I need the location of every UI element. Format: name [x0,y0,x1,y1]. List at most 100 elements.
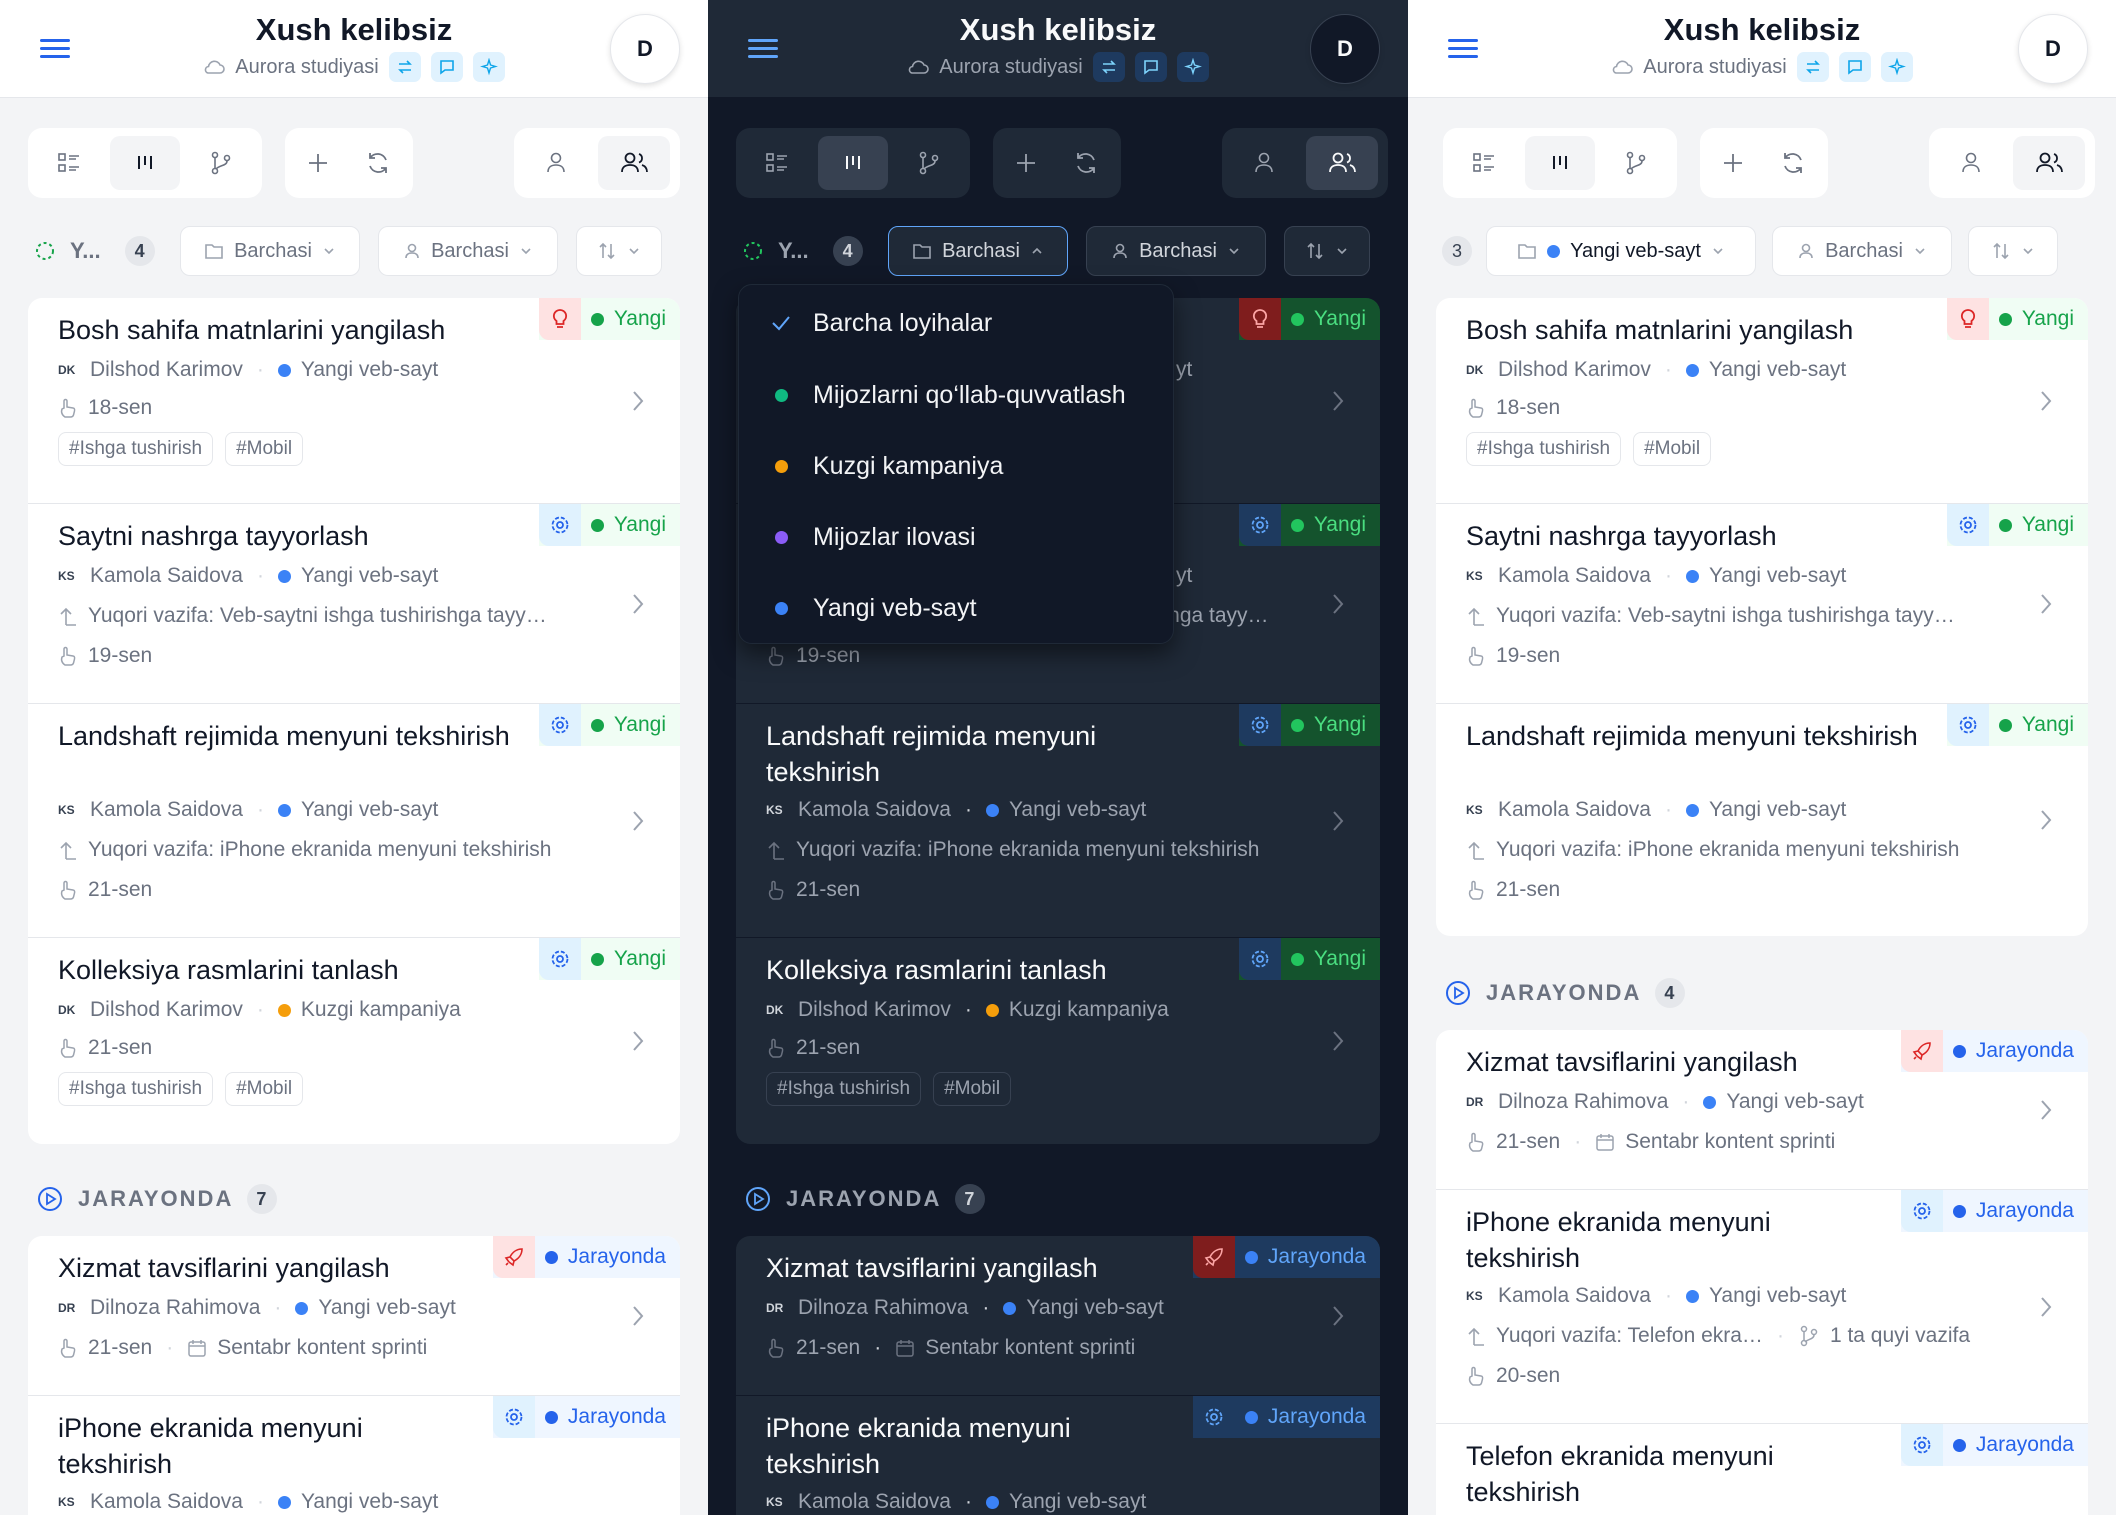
avatar[interactable]: D [610,14,680,84]
branch-view-icon[interactable] [186,136,256,190]
sort-button[interactable] [1284,226,1370,276]
status-new-icon [36,242,54,260]
assignee-filter[interactable]: Barchasi [378,226,558,276]
refresh-icon[interactable] [1059,136,1113,190]
task-card[interactable]: Xizmat tavsiflarini yangilash Jarayonda … [1436,1030,2088,1190]
workspace-row: Aurora studiyasi [0,52,708,82]
chat-icon[interactable] [1838,52,1871,82]
assignee-filter[interactable]: Barchasi [1772,226,1952,276]
cloud-icon [1612,60,1634,74]
task-card[interactable]: Bosh sahifa matnlarini yangilash Yangi D… [1436,298,2088,504]
assignee-filter[interactable]: Barchasi [1086,226,1266,276]
task-card[interactable]: Xizmat tavsiflarini yangilash Jarayonda … [28,1236,680,1396]
task-card[interactable]: Landshaft rejimida menyuni tekshirish Ya… [28,704,680,938]
list-view-icon[interactable] [34,136,104,190]
person-icon[interactable] [1228,136,1300,190]
play-circle-icon [1446,981,1470,1005]
tag-chip[interactable]: #Mobil [1633,432,1712,466]
dropdown-item-project[interactable]: Mijozlarni qo‘llab-quvvatlash [739,367,1173,423]
branch-view-icon[interactable] [894,136,964,190]
sync-icon[interactable] [1092,52,1125,82]
project-filter[interactable]: Barchasi [888,226,1068,276]
tag-chip[interactable]: #Ishga tushirish [766,1072,922,1106]
sparkle-icon[interactable] [1880,52,1913,82]
hand-icon [1468,880,1484,900]
task-card[interactable]: Landshaft rejimida menyuni tekshirish Ya… [736,704,1380,938]
task-title: Xizmat tavsiflarini yangilash [58,1253,390,1283]
task-card[interactable]: iPhone ekranida menyuni tekshirish Jaray… [28,1396,680,1515]
task-title: Saytni nashrga tayyorlash [1466,521,1777,551]
app-header: Xush kelibsiz Aurora studiyasi D [708,0,1408,98]
dropdown-item-project[interactable]: Mijozlar ilovasi [739,509,1173,565]
add-icon[interactable] [291,136,345,190]
sync-icon[interactable] [1796,52,1829,82]
avatar[interactable]: D [2018,14,2088,84]
board-view-icon[interactable] [818,136,888,190]
view-toggle-group [1443,128,1677,198]
tag-chip[interactable]: #Ishga tushirish [58,432,214,466]
task-card[interactable]: Kolleksiya rasmlarini tanlash Yangi DK Di… [28,938,680,1144]
tag-chip[interactable]: #Mobil [933,1072,1012,1106]
status-filter[interactable]: Y... 4 [34,236,155,266]
parent-arrow-icon [60,607,76,626]
refresh-icon[interactable] [1766,136,1820,190]
section-header-progress[interactable]: JARAYONDA 7 [744,1184,986,1214]
add-icon[interactable] [999,136,1053,190]
list-view-icon[interactable] [742,136,812,190]
task-card[interactable]: iPhone ekranida menyuni tekshirish Jaray… [736,1396,1380,1515]
team-icon[interactable] [2013,136,2085,190]
sparkle-icon[interactable] [472,52,505,82]
chevron-down-icon [324,248,334,255]
chat-icon[interactable] [1134,52,1167,82]
chevron-down-icon [1337,248,1347,255]
sparkle-icon[interactable] [1176,52,1209,82]
sort-icon [1993,242,2009,260]
hand-icon [1468,646,1484,666]
task-card[interactable]: Xizmat tavsiflarini yangilash Jarayonda … [736,1236,1380,1396]
person-icon [405,243,419,259]
sort-button[interactable] [576,226,662,276]
dropdown-item-all-projects[interactable]: Barcha loyihalar [739,295,1173,351]
gear-icon [1192,1396,1235,1438]
task-card[interactable]: Saytni nashrga tayyorlash Yangi KS Kamola… [28,504,680,704]
add-icon[interactable] [1706,136,1760,190]
task-card[interactable]: Kolleksiya rasmlarini tanlash Yangi DK Di… [736,938,1380,1144]
project-filter[interactable]: Barchasi [180,226,360,276]
tag-chip[interactable]: #Ishga tushirish [1466,432,1622,466]
refresh-icon[interactable] [351,136,405,190]
dropdown-item-project[interactable]: Yangi veb-sayt [739,580,1173,636]
chevron-down-icon [1915,248,1925,255]
project-filter[interactable]: Yangi veb-sayt [1486,226,1756,276]
play-circle-icon [746,1187,770,1211]
status-new-icon [744,242,762,260]
status-filter[interactable]: Y... 4 [742,236,863,266]
sync-icon[interactable] [388,52,421,82]
section-header-progress[interactable]: JARAYONDA 7 [36,1184,278,1214]
calendar-icon [896,1340,914,1357]
tag-chip[interactable]: #Mobil [225,432,304,466]
board-view-icon[interactable] [110,136,180,190]
task-card[interactable]: iPhone ekranida menyuni tekshirish Jaray… [1436,1190,2088,1424]
board-view-icon[interactable] [1525,136,1595,190]
lightbulb-icon [1946,298,1989,340]
task-card[interactable]: Saytni nashrga tayyorlash Yangi KS Kamola… [1436,504,2088,704]
team-icon[interactable] [1306,136,1378,190]
branch-view-icon[interactable] [1601,136,1671,190]
dropdown-item-project[interactable]: Kuzgi kampaniya [739,438,1173,494]
task-card[interactable]: Telefon ekranida menyuni tekshirish Jara… [1436,1424,2088,1515]
section-header-progress[interactable]: JARAYONDA 4 [1444,978,1686,1008]
chat-icon[interactable] [430,52,463,82]
list-view-icon[interactable] [1449,136,1519,190]
sort-button[interactable] [1968,226,2058,276]
workspace-name: Aurora studiyasi [939,55,1083,78]
avatar[interactable]: D [1310,14,1380,84]
gear-icon [1946,704,1989,746]
team-icon[interactable] [598,136,670,190]
person-icon[interactable] [520,136,592,190]
tag-chip[interactable]: #Ishga tushirish [58,1072,214,1106]
task-card[interactable]: Bosh sahifa matnlarini yangilash Yangi D… [28,298,680,504]
hand-icon [768,1038,784,1058]
task-card[interactable]: Landshaft rejimida menyuni tekshirish Ya… [1436,704,2088,936]
tag-chip[interactable]: #Mobil [225,1072,304,1106]
person-icon[interactable] [1935,136,2007,190]
